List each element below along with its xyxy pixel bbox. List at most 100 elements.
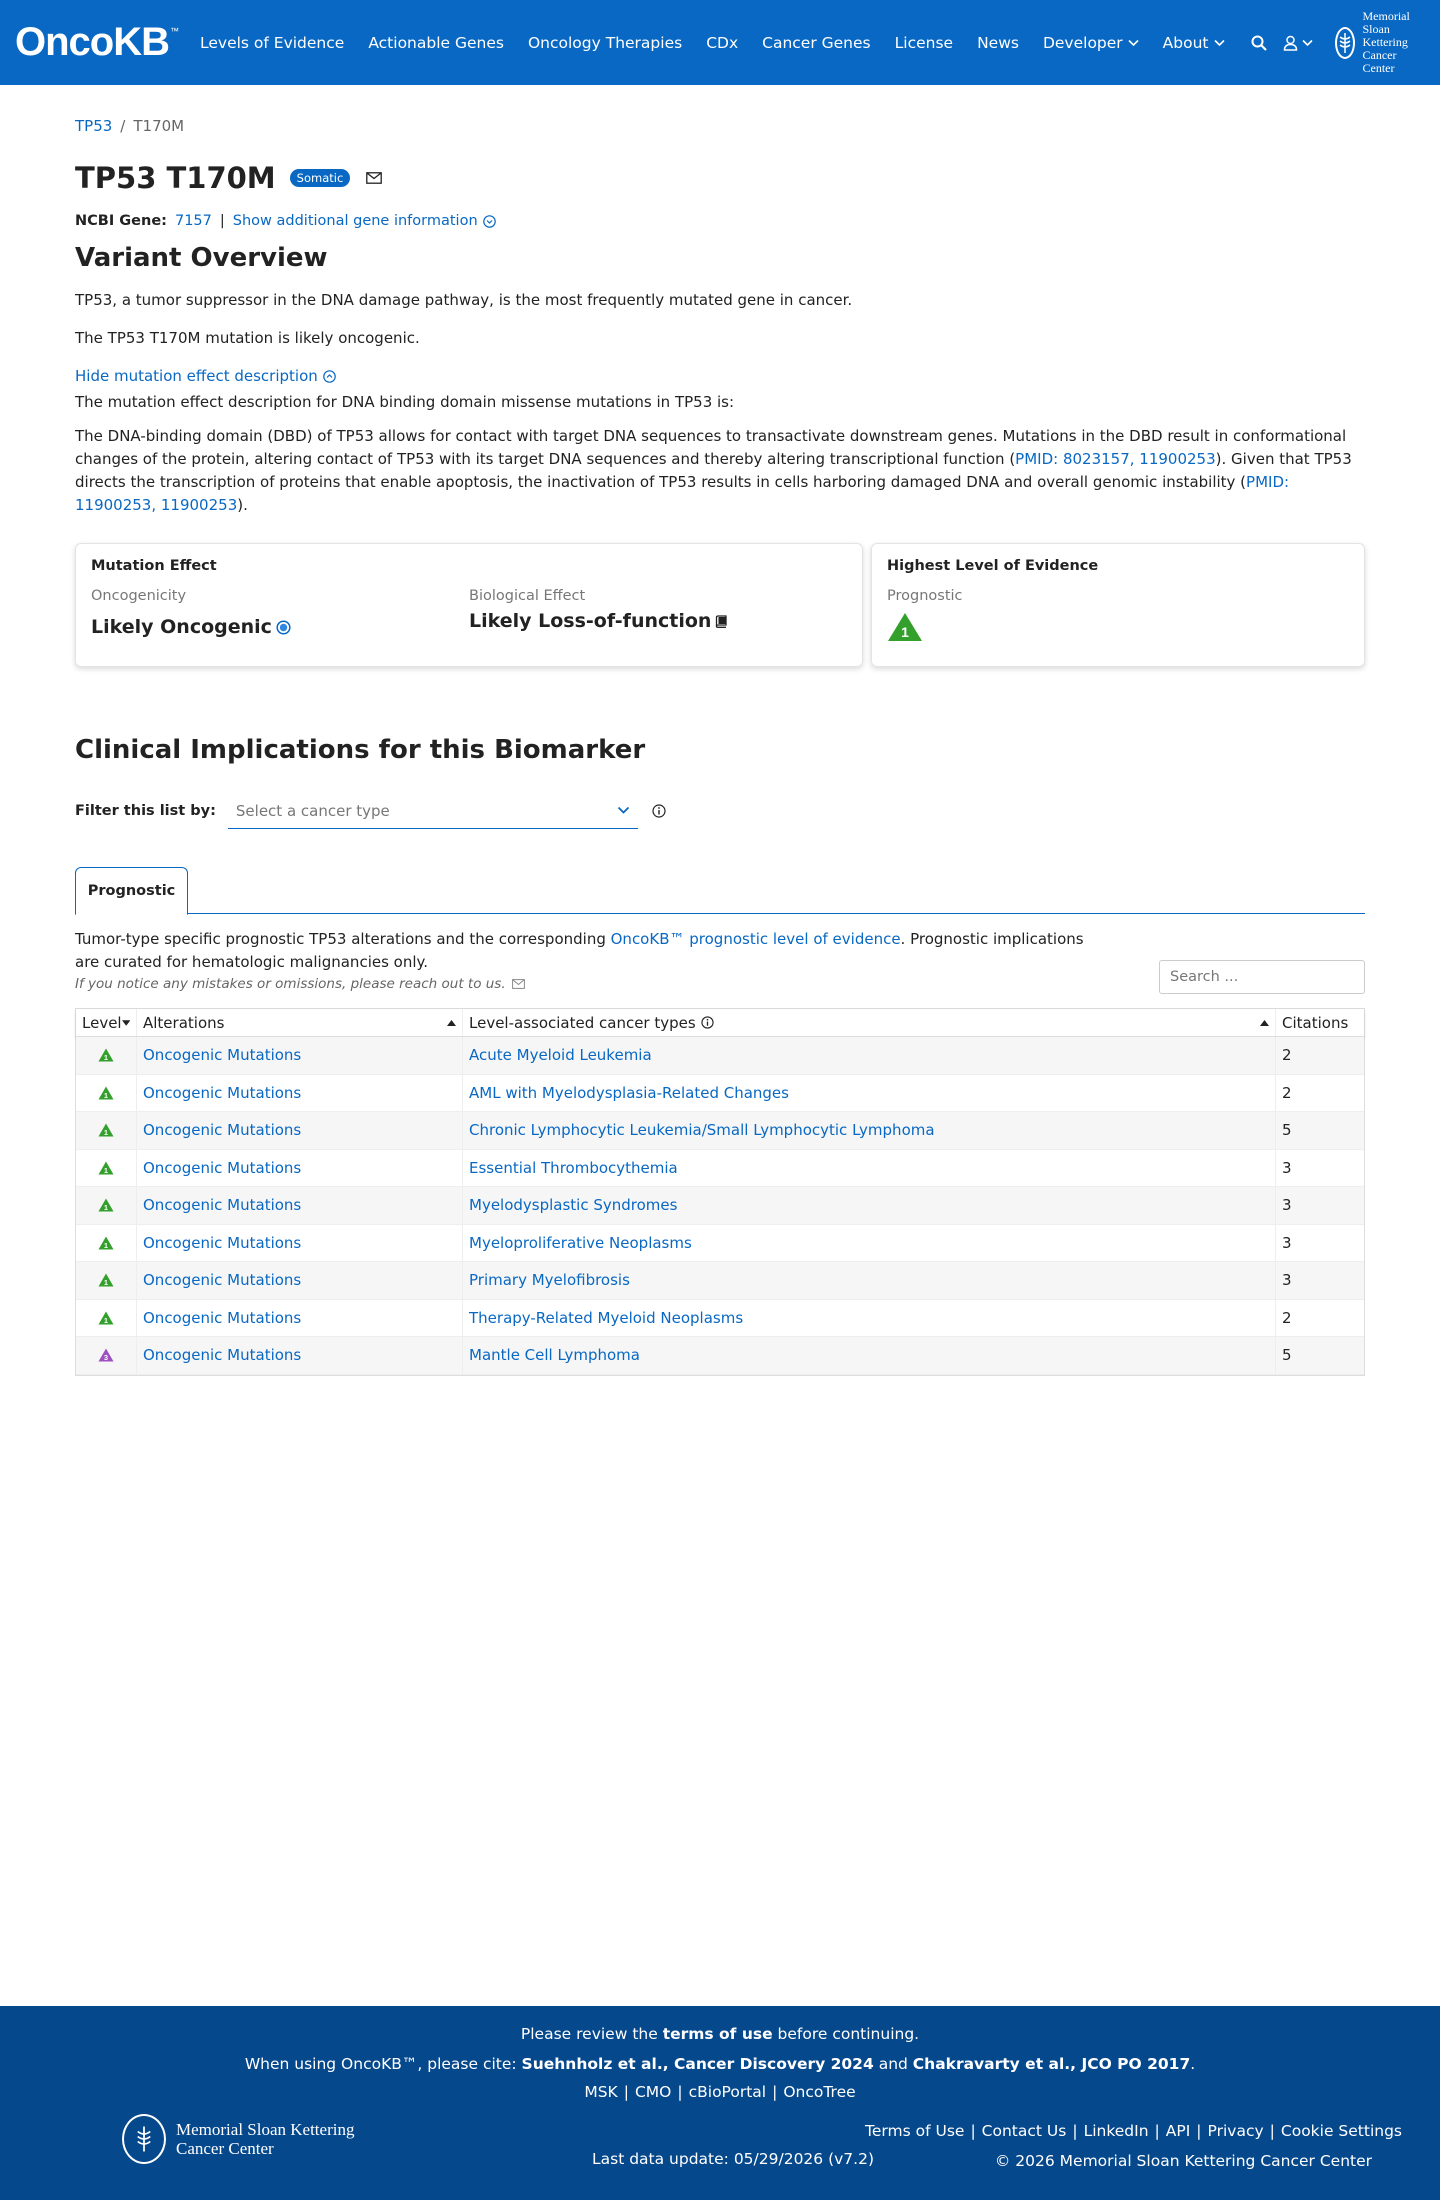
info-icon[interactable] — [701, 1016, 714, 1029]
alteration-link[interactable]: Oncogenic Mutations — [143, 1346, 301, 1364]
citations-cell[interactable]: 5 — [1276, 1337, 1364, 1374]
search-icon[interactable] — [1251, 35, 1267, 51]
alteration-link[interactable]: Oncogenic Mutations — [143, 1084, 301, 1102]
alteration-link[interactable]: Oncogenic Mutations — [143, 1046, 301, 1064]
breadcrumb-gene-link[interactable]: TP53 — [75, 117, 112, 135]
msk-logo[interactable]: Memorial Sloan Kettering Cancer Center — [1334, 9, 1426, 75]
alterations-column-header[interactable]: Alterations — [137, 1009, 463, 1036]
nav-levels-of-evidence[interactable]: Levels of Evidence — [200, 34, 344, 52]
hide-mutation-effect-label: Hide mutation effect description — [75, 367, 318, 385]
citations-cell[interactable]: 2 — [1276, 1075, 1364, 1112]
footer-msk-logo[interactable]: Memorial Sloan Kettering Cancer Center — [122, 2114, 354, 2164]
footer-link-msk[interactable]: MSK — [584, 2083, 617, 2101]
feedback-note-text: If you notice any mistakes or omissions,… — [75, 976, 506, 992]
cancer-type-link[interactable]: Acute Myeloid Leukemia — [469, 1046, 652, 1064]
citations-column-header[interactable]: Citations — [1276, 1009, 1364, 1036]
footer-cite-link-2[interactable]: Chakravarty et al., JCO PO 2017 — [913, 2055, 1190, 2073]
footer-link-contact[interactable]: Contact Us — [982, 2122, 1067, 2140]
alteration-link[interactable]: Oncogenic Mutations — [143, 1121, 301, 1139]
level-icon[interactable]: 1 — [98, 1123, 114, 1137]
footer-cite-line: When using OncoKB™, please cite: Suehnho… — [0, 2055, 1440, 2073]
show-gene-info-toggle[interactable]: Show additional gene information — [233, 213, 496, 229]
cancer-type-link[interactable]: AML with Myelodysplasia-Related Changes — [469, 1084, 789, 1102]
level-icon[interactable]: 1 — [98, 1273, 114, 1287]
footer-link-cbioportal[interactable]: cBioPortal — [689, 2083, 766, 2101]
alteration-link[interactable]: Oncogenic Mutations — [143, 1196, 301, 1214]
sort-asc-icon — [1260, 1019, 1269, 1026]
nav-cdx[interactable]: CDx — [706, 34, 738, 52]
pmid-link-1[interactable]: PMID: 8023157, 11900253 — [1015, 450, 1215, 468]
cancer-types-column-header[interactable]: Level-associated cancer types — [463, 1009, 1276, 1036]
alteration-cell: Oncogenic Mutations — [137, 1224, 463, 1261]
chevron-down-icon — [1213, 39, 1225, 46]
alteration-link[interactable]: Oncogenic Mutations — [143, 1159, 301, 1177]
citations-cell[interactable]: 3 — [1276, 1262, 1364, 1299]
citations-cell[interactable]: 3 — [1276, 1225, 1364, 1262]
nav-license[interactable]: License — [895, 34, 953, 52]
footer-link-privacy[interactable]: Privacy — [1208, 2122, 1264, 2140]
cancer-type-link[interactable]: Primary Myelofibrosis — [469, 1271, 630, 1289]
alteration-cell: Oncogenic Mutations — [137, 1337, 463, 1374]
cancer-type-link[interactable]: Therapy-Related Myeloid Neoplasms — [469, 1309, 743, 1327]
table-row: 1 Oncogenic Mutations Essential Thrombocyt… — [76, 1149, 1364, 1187]
envelope-icon[interactable] — [366, 172, 383, 184]
oncokb-logo[interactable]: OncoKB ™ — [15, 20, 179, 65]
nav-actionable-genes[interactable]: Actionable Genes — [368, 34, 504, 52]
level-icon[interactable]: 1 — [98, 1236, 114, 1250]
nav-cancer-genes[interactable]: Cancer Genes — [762, 34, 871, 52]
prognostic-level-link[interactable]: OncoKB™ prognostic level of evidence — [611, 930, 901, 948]
oncogenicity-value-row: Likely Oncogenic — [91, 616, 469, 638]
tab-prognostic[interactable]: Prognostic — [75, 867, 188, 915]
alteration-link[interactable]: Oncogenic Mutations — [143, 1234, 301, 1252]
level-icon[interactable]: 1 — [98, 1311, 114, 1325]
nav-news[interactable]: News — [977, 34, 1019, 52]
alteration-cell: Oncogenic Mutations — [137, 1149, 463, 1186]
footer-terms-link[interactable]: terms of use — [663, 2025, 773, 2043]
book-icon[interactable] — [715, 614, 728, 628]
citations-cell[interactable]: 3 — [1276, 1150, 1364, 1187]
footer-link-terms[interactable]: Terms of Use — [865, 2122, 964, 2140]
table-search-input[interactable]: Search ... — [1159, 960, 1365, 994]
level-icon[interactable]: 1 — [98, 1048, 114, 1062]
level-icon[interactable]: 1 — [98, 1086, 114, 1100]
footer-link-cmo[interactable]: CMO — [635, 2083, 671, 2101]
biological-effect-col: Biological Effect Likely Loss-of-functio… — [469, 588, 847, 638]
ncbi-gene-link[interactable]: 7157 — [175, 213, 212, 229]
footer-link-oncotree[interactable]: OncoTree — [783, 2083, 855, 2101]
level-number: 1 — [104, 1053, 108, 1062]
table-row: 3 Oncogenic Mutations Mantle Cell Lymphoma… — [76, 1337, 1364, 1375]
alteration-link[interactable]: Oncogenic Mutations — [143, 1271, 301, 1289]
cancer-types-header-wrap: Level-associated cancer types — [469, 1014, 714, 1032]
level-column-header[interactable]: Level — [76, 1009, 137, 1036]
citations-cell[interactable]: 5 — [1276, 1112, 1364, 1149]
level-icon[interactable]: 3 — [98, 1348, 114, 1362]
level-1-icon[interactable]: 1 — [887, 612, 1349, 646]
level-icon[interactable]: 1 — [98, 1198, 114, 1212]
likely-oncogenic-icon[interactable] — [276, 619, 291, 635]
info-icon[interactable] — [652, 804, 666, 818]
cancer-type-link[interactable]: Essential Thrombocythemia — [469, 1159, 678, 1177]
citations-cell[interactable]: 2 — [1276, 1037, 1364, 1074]
cancer-type-select[interactable]: Select a cancer type — [227, 793, 638, 829]
hide-mutation-effect-toggle[interactable]: Hide mutation effect description — [75, 367, 1365, 385]
footer-link-cookies[interactable]: Cookie Settings — [1281, 2122, 1402, 2140]
nav-developer-dropdown[interactable]: Developer — [1043, 34, 1139, 52]
cancer-type-cell: Essential Thrombocythemia — [463, 1149, 1276, 1186]
footer-link-api[interactable]: API — [1166, 2122, 1191, 2140]
footer-link-linkedin[interactable]: LinkedIn — [1084, 2122, 1149, 2140]
cancer-type-link[interactable]: Myelodysplastic Syndromes — [469, 1196, 677, 1214]
level-icon[interactable]: 1 — [98, 1161, 114, 1175]
alteration-link[interactable]: Oncogenic Mutations — [143, 1309, 301, 1327]
nav-about-dropdown[interactable]: About — [1163, 34, 1225, 52]
user-account-dropdown[interactable] — [1283, 35, 1313, 51]
cancer-type-link[interactable]: Chronic Lymphocytic Leukemia/Small Lymph… — [469, 1121, 935, 1139]
msk-line1: Memorial Sloan Kettering — [1362, 9, 1410, 49]
footer-cite-link-1[interactable]: Suehnholz et al., Cancer Discovery 2024 — [522, 2055, 874, 2073]
citations-cell[interactable]: 2 — [1276, 1300, 1364, 1337]
highest-level-card: Highest Level of Evidence Prognostic 1 — [871, 543, 1365, 667]
nav-oncology-therapies[interactable]: Oncology Therapies — [528, 34, 682, 52]
citations-cell[interactable]: 3 — [1276, 1187, 1364, 1224]
envelope-icon[interactable] — [511, 979, 525, 989]
cancer-type-link[interactable]: Myeloproliferative Neoplasms — [469, 1234, 692, 1252]
cancer-type-link[interactable]: Mantle Cell Lymphoma — [469, 1346, 640, 1364]
